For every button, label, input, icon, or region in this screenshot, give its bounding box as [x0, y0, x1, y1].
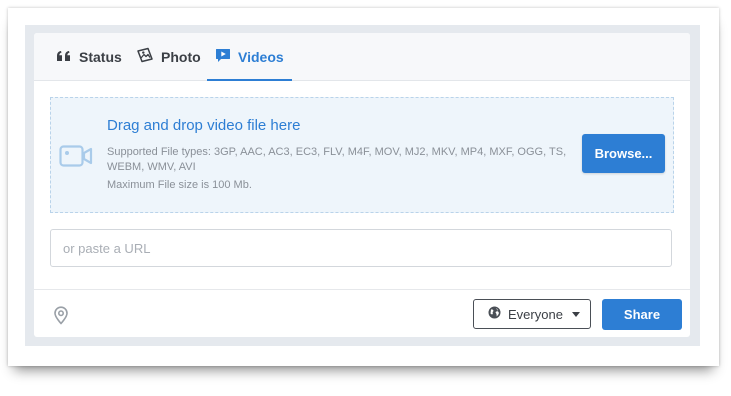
composer-card: Status Photo Videos Drag and drop video … [34, 33, 690, 337]
video-icon [215, 48, 231, 66]
browse-button[interactable]: Browse... [582, 134, 665, 173]
video-camera-icon [59, 145, 93, 172]
tab-photo-label: Photo [161, 48, 201, 65]
composer-tabs: Status Photo Videos [34, 33, 690, 81]
url-input-placeholder: or paste a URL [63, 240, 151, 256]
audience-dropdown[interactable]: Everyone [473, 299, 591, 329]
photo-icon [136, 47, 154, 66]
caret-down-icon [571, 311, 580, 317]
tab-videos[interactable]: Videos [207, 33, 292, 81]
dropzone-title: Drag and drop video file here [107, 117, 301, 134]
url-input[interactable]: or paste a URL [50, 229, 672, 267]
tab-status[interactable]: Status [56, 33, 122, 80]
share-button[interactable]: Share [602, 299, 682, 330]
tab-photo[interactable]: Photo [136, 33, 201, 80]
composer-footer: Everyone Share [34, 289, 690, 337]
max-file-size: Maximum File size is 100 Mb. [107, 179, 252, 191]
supported-file-types: Supported File types: 3GP, AAC, AC3, EC3… [107, 146, 567, 173]
quote-icon [56, 49, 72, 65]
location-pin-icon[interactable] [53, 306, 69, 330]
tab-status-label: Status [79, 48, 122, 65]
video-dropzone[interactable]: Drag and drop video file here Supported … [50, 97, 674, 213]
globe-icon [488, 306, 501, 322]
audience-label: Everyone [508, 306, 563, 322]
tab-videos-label: Videos [238, 48, 284, 65]
